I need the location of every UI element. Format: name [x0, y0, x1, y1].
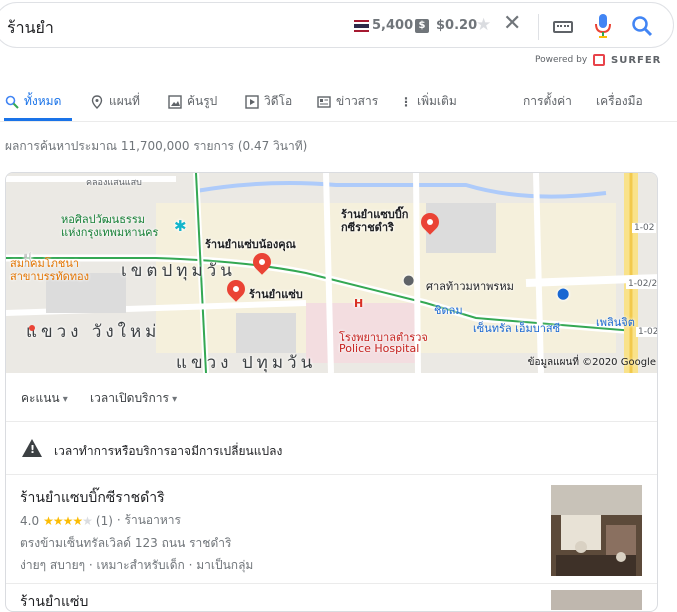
review-count[interactable]: (1) — [96, 514, 113, 528]
microphone-icon[interactable] — [593, 13, 613, 39]
listing-title[interactable]: ร้านยำแซบบิ๊กซีราชดำริ — [20, 487, 165, 509]
listing-category: · ร้านอาหาร — [116, 513, 181, 527]
clear-search-icon[interactable]: ✕ — [503, 11, 521, 36]
map-pin-icon — [91, 94, 103, 109]
star-rating-icon: ★★★★★ — [43, 513, 93, 528]
tab-images[interactable]: ค้นรูป — [168, 92, 217, 111]
map-dot-icon — [29, 325, 35, 331]
image-icon — [168, 94, 182, 109]
powered-by-label: Powered by — [535, 55, 588, 65]
map-label-museum[interactable]: หอศิลปวัฒนธรรม แห่งกรุงเทพมหานคร — [61, 213, 176, 239]
warning-text: เวลาทำการหรือบริการอาจมีการเปลี่ยนแปลง — [54, 444, 283, 458]
tab-label: ทั้งหมด — [24, 94, 62, 108]
search-icon — [5, 95, 19, 109]
search-icon[interactable] — [631, 15, 653, 37]
next-listing-photo[interactable] — [551, 590, 642, 610]
result-stats: ผลการค้นหาประมาณ 11,700,000 รายการ (0.47… — [5, 139, 308, 153]
tab-more[interactable]: ⋮ เพิ่มเติม — [400, 92, 457, 111]
map-label-wang-mai: แขวง วังใหม่ — [26, 322, 161, 342]
rating-filter[interactable]: คะแนน — [21, 389, 68, 408]
tools-label: เครื่องมือ — [596, 94, 643, 108]
listing-photo[interactable] — [551, 485, 642, 576]
settings-link[interactable]: การตั้งค่า — [523, 92, 572, 111]
search-bar[interactable]: ร้านยำ 5,400 $ $0.20 ★ ✕ — [0, 2, 674, 48]
map-label-central[interactable]: เซ็นทรัล เอ็มบาสซี — [473, 319, 560, 337]
more-icon: ⋮ — [400, 94, 412, 109]
thai-flag-icon — [354, 20, 369, 32]
hours-filter[interactable]: เวลาเปิดบริการ — [90, 389, 177, 408]
video-icon — [245, 94, 259, 109]
search-volume: 5,400 — [372, 18, 414, 33]
surfer-brand[interactable]: SURFER — [611, 55, 661, 66]
map-label-hospital-en[interactable]: Police Hospital — [339, 342, 419, 355]
photo-canvas — [551, 485, 642, 576]
road-shield: 1-02 — [632, 223, 657, 233]
tools-link[interactable]: เครื่องมือ — [596, 92, 643, 111]
map-label-shop1[interactable]: ร้านยำแซ่บน้องคุณ — [205, 235, 296, 253]
dollar-icon: $ — [415, 19, 429, 33]
map-label-district: เขตปทุมวัน — [121, 261, 236, 281]
map-label-restaurant[interactable]: สมาคมโภชนา สาขาบรรทัดทอง — [10, 257, 100, 283]
shopping-icon[interactable]: ⬤ — [557, 287, 569, 300]
surfer-logo-icon — [593, 54, 605, 66]
tab-maps[interactable]: แผนที่ — [90, 92, 140, 111]
museum-icon[interactable]: ✱ — [174, 217, 187, 235]
road-shield: 1-02 — [636, 327, 657, 337]
listing-rating: 4.0 ★★★★★ (1) · ร้านอาหาร — [20, 511, 181, 530]
local-pack-card: คลองแสนแสบ หอศิลปวัฒนธรรม แห่งกรุงเทพมหา… — [5, 172, 658, 612]
search-input[interactable]: ร้านยำ — [7, 16, 54, 41]
rating-value: 4.0 — [20, 513, 40, 528]
map-label-shop2[interactable]: ร้านยำแซ่บ — [249, 285, 303, 303]
map-label-canal: คลองแสนแสบ — [86, 178, 142, 188]
listing-tags: ง่ายๆ สบายๆ · เหมาะสำหรับเด็ก · มาเป็นกล… — [20, 558, 254, 572]
place-of-worship-icon[interactable]: ● — [403, 273, 414, 288]
listing-item[interactable]: ร้านยำแซบบิ๊กซีราชดำริ 4.0 ★★★★★ (1) · ร… — [6, 476, 657, 584]
news-icon — [317, 95, 331, 108]
tab-label: แผนที่ — [109, 94, 140, 108]
hours-warning: เวลาทำการหรือบริการอาจมีการเปลี่ยนแปลง — [6, 423, 657, 475]
map-preview[interactable]: คลองแสนแสบ หอศิลปวัฒนธรรม แห่งกรุงเทพมหา… — [6, 173, 658, 373]
settings-label: การตั้งค่า — [523, 94, 572, 108]
road-shield: 1-02/2 — [626, 279, 658, 289]
divider — [538, 14, 539, 40]
map-label-chidlom[interactable]: ชิดลม — [434, 301, 463, 319]
tab-label: ค้นรูป — [187, 94, 218, 108]
tab-all[interactable]: ทั้งหมด — [5, 92, 61, 111]
tab-label: ข่าวสาร — [336, 94, 379, 108]
next-listing-title[interactable]: ร้านยำแซ่บ — [20, 591, 88, 611]
warning-icon — [22, 439, 42, 457]
cpc-value: $0.20 — [436, 18, 478, 33]
star-icon[interactable]: ★ — [476, 15, 491, 35]
search-tabs: ทั้งหมด แผนที่ ค้นรูป วิดีโอ ข่าวสาร ⋮ เ… — [0, 84, 677, 122]
keyboard-icon[interactable] — [553, 21, 573, 33]
map-label-shop3[interactable]: ร้านยำแซบบิ๊ก กซีราชดำริ — [341, 208, 431, 234]
map-label-pathumwan: แขวง ปทุมวัน — [176, 353, 317, 373]
active-tab-indicator — [4, 118, 72, 121]
tab-label: เพิ่มเติม — [417, 94, 457, 108]
filter-bar: คะแนน เวลาเปิดบริการ — [6, 373, 657, 422]
map-label-shrine[interactable]: ศาลท้าวมหาพรหม — [426, 277, 514, 295]
tab-label: วิดีโอ — [264, 94, 293, 108]
listing-address: ตรงข้ามเซ็นทรัลเวิลด์ 123 ถนน ราชดำริ — [20, 536, 232, 550]
tab-news[interactable]: ข่าวสาร — [317, 92, 378, 111]
hospital-icon[interactable]: H — [354, 297, 363, 310]
tab-videos[interactable]: วิดีโอ — [245, 92, 292, 111]
map-copyright: ข้อมูลแผนที่ ©2020 Google — [527, 357, 656, 368]
map-label-ploenchit[interactable]: เพลินจิต — [596, 313, 635, 331]
